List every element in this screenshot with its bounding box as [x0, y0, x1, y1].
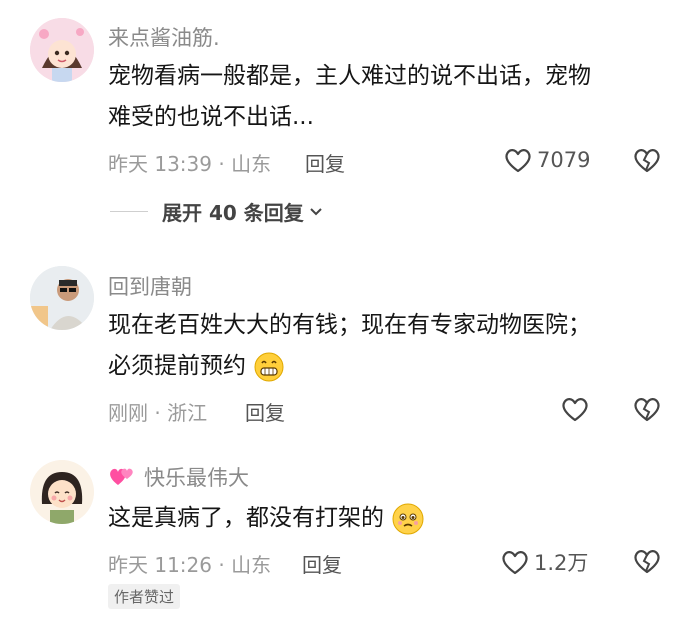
avatar-girl-illustration [30, 18, 94, 82]
heart-icon [505, 149, 531, 173]
avatar[interactable] [30, 460, 94, 524]
broken-heart-icon [634, 398, 660, 422]
avatar[interactable] [30, 18, 94, 82]
timestamp-location: 昨天 13:39 · 山东 [108, 152, 272, 176]
avatar-cartoon-girl [30, 460, 94, 524]
comment-text-line: 现在老百姓大大的有钱；现在有专家动物医院； [108, 312, 591, 338]
comment-text-line: 这是真病了，都没有打架的 [108, 498, 425, 538]
username[interactable]: 回到唐朝 [108, 271, 192, 301]
username-row: 快乐最伟大 [108, 462, 249, 492]
heart-icon [502, 551, 528, 575]
teary-face-emoji-icon [392, 503, 424, 534]
heart-icon [562, 398, 588, 422]
grin-emoji-icon [254, 352, 284, 381]
like-button[interactable]: 1.2万 [500, 547, 588, 577]
dislike-button[interactable] [632, 395, 662, 427]
broken-heart-icon [634, 149, 660, 173]
expand-replies-button[interactable]: 展开 40 条回复 [110, 197, 324, 226]
like-count: 1.2万 [534, 551, 589, 575]
username[interactable]: 来点酱油筋. [108, 22, 220, 52]
comment-text-line: 难受的也说不出话... [108, 104, 314, 130]
like-button[interactable]: 7079 [503, 146, 590, 174]
broken-heart-icon [634, 550, 660, 574]
reply-button[interactable]: 回复 [302, 549, 342, 578]
double-heart-icon [110, 468, 133, 485]
reply-button[interactable]: 回复 [305, 148, 345, 177]
timestamp-location: 昨天 11:26 · 山东 [108, 553, 272, 577]
comment-text-segment: 必须提前预约 [108, 353, 246, 379]
comment-text-line: 必须提前预约 [108, 346, 285, 386]
reply-button[interactable]: 回复 [245, 397, 285, 426]
timestamp-location: 刚刚 · 浙江 [108, 401, 208, 425]
like-count: 7079 [537, 148, 591, 172]
avatar[interactable] [30, 266, 94, 330]
like-button[interactable] [560, 395, 590, 423]
comment-text-segment: 这是真病了，都没有打架的 [108, 505, 384, 531]
expand-replies-label: 展开 40 条回复 [162, 201, 304, 225]
username[interactable]: 快乐最伟大 [144, 462, 249, 492]
comment-text-line: 宠物看病一般都是，主人难过的说不出话，宠物 [108, 63, 591, 89]
avatar-man-photo [30, 266, 94, 330]
dislike-button[interactable] [632, 547, 662, 579]
author-liked-badge: 作者赞过 [108, 584, 181, 609]
divider-line [110, 211, 148, 212]
chevron-down-icon [310, 207, 322, 215]
dislike-button[interactable] [632, 146, 662, 178]
